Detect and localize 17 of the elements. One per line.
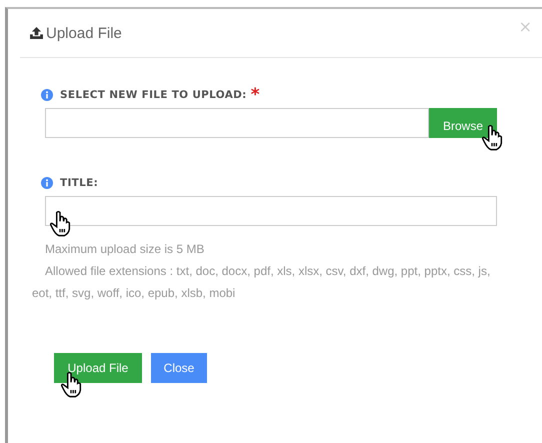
upload-icon (30, 27, 43, 39)
hand-cursor-icon (49, 210, 71, 237)
hand-cursor-icon (481, 124, 503, 151)
upload-file-button[interactable]: Upload File (54, 353, 142, 383)
field-label: SELECT NEW FILE TO UPLOAD: (60, 89, 247, 101)
title-input-field[interactable] (45, 196, 497, 226)
help-text: Maximum upload size is 5 MB (44, 241, 206, 258)
close-button[interactable]: × (518, 17, 532, 36)
dialog-title: Upload File (46, 24, 122, 42)
info-icon (41, 177, 53, 189)
info-icon (41, 89, 53, 101)
help-text: Allowed file extensions : txt, doc, docx, pdf, xls, xlsx, csv, dxf, dwg, ppt, pptx, css, js, eot, ttf, svg, woff, ico, epub, xlsb, mobi (32, 263, 492, 302)
field-label: TITLE: (60, 177, 98, 189)
required-mark: * (250, 88, 260, 102)
close-button[interactable]: Close (151, 353, 207, 383)
browse-button[interactable]: Browse (429, 108, 497, 138)
file-input-field[interactable] (45, 108, 429, 138)
